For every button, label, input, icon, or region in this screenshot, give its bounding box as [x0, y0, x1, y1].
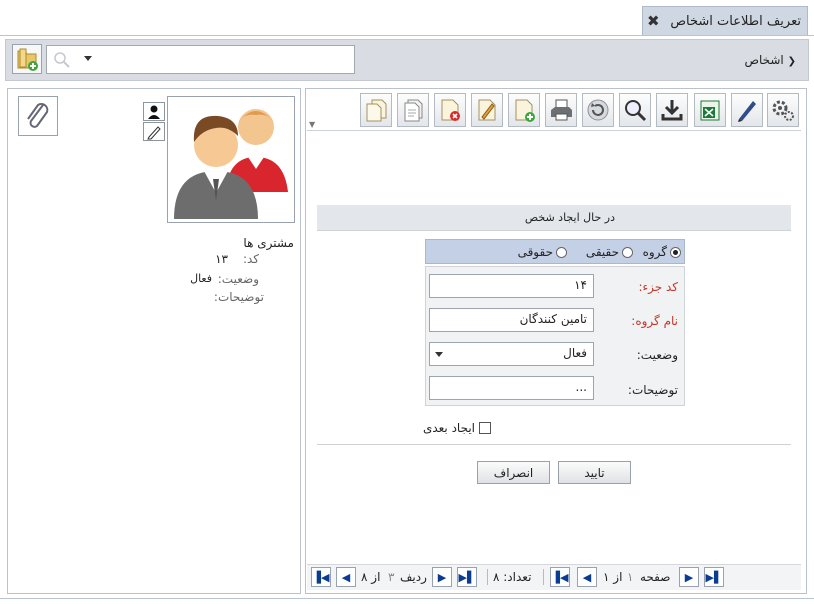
status-value: فعال — [190, 272, 212, 285]
delete-document-icon — [441, 99, 460, 121]
radio-checked-icon[interactable] — [670, 246, 681, 258]
group-name-label: نام گروه: — [631, 314, 678, 328]
description-field[interactable]: ... — [429, 376, 594, 400]
description-field-label: توضیحات: — [627, 383, 678, 397]
row-prev-button[interactable]: ◀ — [336, 567, 356, 587]
page-first-button[interactable]: ▐◀ — [550, 567, 570, 587]
download-button[interactable] — [656, 93, 688, 127]
search-icon — [54, 52, 70, 68]
add-document-icon — [515, 99, 535, 122]
row-first-button[interactable]: ▐◀ — [311, 567, 331, 587]
pager-separator — [487, 569, 488, 585]
radio-real-option[interactable]: حقیقی — [575, 245, 633, 259]
folder-add-icon — [17, 48, 38, 71]
add-document-button[interactable] — [508, 93, 540, 127]
group-name-field[interactable]: تامین کنندگان — [429, 308, 594, 332]
pager-separator — [543, 569, 544, 585]
settings-button[interactable] — [767, 93, 799, 127]
status-field-label: وضعیت: — [636, 348, 678, 362]
radio-real-label: حقیقی — [585, 245, 619, 259]
code-field[interactable]: ۱۴ — [429, 274, 594, 298]
mode-bar: در حال ایجاد شخص — [317, 205, 791, 231]
page-of: از ۱ — [603, 570, 623, 584]
mode-text: در حال ایجاد شخص — [524, 211, 615, 224]
breadcrumb[interactable]: ❮ اشخاص — [700, 53, 796, 69]
print-button[interactable] — [545, 93, 577, 127]
bottom-border — [0, 598, 814, 599]
create-next-option[interactable]: ایجاد بعدی — [415, 421, 491, 435]
radio-legal-label: حقوقی — [517, 245, 553, 259]
person-photo — [167, 96, 295, 223]
form-divider — [317, 444, 791, 445]
settings-icon — [772, 100, 794, 121]
page-current[interactable]: ۱ — [627, 570, 633, 584]
attach-button[interactable] — [18, 96, 58, 136]
page-next-button[interactable]: ▶ — [679, 567, 699, 587]
cancel-button[interactable]: انصراف — [477, 461, 550, 484]
pen-icon — [738, 101, 756, 122]
refresh-icon — [587, 99, 609, 121]
printer-icon — [551, 99, 572, 121]
close-icon[interactable]: ✖ — [643, 12, 660, 30]
description-label: توضیحات: — [213, 290, 264, 304]
status-select[interactable]: فعال — [429, 342, 594, 366]
export-excel-button[interactable] — [694, 93, 726, 127]
page-label: صفحه — [640, 570, 671, 584]
chevron-down-icon[interactable] — [84, 56, 92, 62]
radio-unchecked-icon[interactable] — [622, 246, 633, 258]
status-select-value: فعال — [563, 346, 587, 360]
refresh-button[interactable] — [582, 93, 614, 127]
code-field-label: کد جزء: — [638, 280, 678, 294]
search-button[interactable] — [619, 93, 651, 127]
toolbar-overflow-icon[interactable]: ▼ — [309, 120, 315, 129]
toolbar-divider — [307, 130, 801, 131]
person-icon — [148, 105, 160, 119]
excel-icon — [700, 100, 720, 121]
add-folder-button[interactable] — [12, 44, 42, 74]
edit-document-button[interactable] — [471, 93, 503, 127]
chevron-down-icon[interactable] — [435, 352, 443, 358]
document-icon — [404, 99, 423, 122]
users-icon — [174, 109, 288, 219]
edit-photo-button[interactable] — [143, 122, 165, 141]
row-label: ردیف — [400, 570, 427, 584]
person-name: مشتری ها — [243, 236, 294, 250]
confirm-button[interactable]: تایید — [558, 461, 631, 484]
row-of: از ۸ — [361, 570, 381, 584]
page-prev-button[interactable]: ◀ — [577, 567, 597, 587]
chevron-left-icon: ❮ — [787, 56, 796, 67]
row-current[interactable]: ۳ — [388, 570, 394, 584]
title-divider — [0, 35, 814, 36]
create-next-label: ایجاد بعدی — [422, 421, 475, 435]
window-title-tab[interactable]: تعریف اطلاعات اشخاص ✖ — [642, 6, 808, 35]
code-value: ۱۳ — [215, 252, 228, 266]
change-photo-button[interactable] — [143, 102, 165, 121]
search-input[interactable] — [46, 45, 355, 74]
copy-document-icon — [366, 99, 387, 122]
download-icon — [661, 100, 683, 121]
radio-legal-option[interactable]: حقوقی — [512, 245, 567, 259]
document-button[interactable] — [397, 93, 429, 127]
radio-group-label: گروه — [642, 245, 667, 259]
row-next-button[interactable]: ▶ — [432, 567, 452, 587]
delete-document-button[interactable] — [434, 93, 466, 127]
page-last-button[interactable]: ▶▌ — [704, 567, 724, 587]
copy-document-button[interactable] — [360, 93, 392, 127]
paperclip-icon — [27, 102, 49, 128]
magnifier-icon — [625, 100, 647, 122]
pen-button[interactable] — [731, 93, 763, 127]
breadcrumb-label: اشخاص — [744, 53, 784, 67]
create-next-checkbox[interactable] — [479, 422, 491, 434]
radio-group-option[interactable]: گروه — [641, 245, 681, 259]
pencil-icon — [147, 126, 161, 140]
edit-document-icon — [478, 99, 496, 121]
window-title: تعریف اطلاعات اشخاص — [670, 13, 801, 29]
record-count: تعداد: ۸ — [493, 570, 532, 584]
row-last-button[interactable]: ▶▌ — [457, 567, 477, 587]
radio-unchecked-icon[interactable] — [556, 246, 567, 258]
